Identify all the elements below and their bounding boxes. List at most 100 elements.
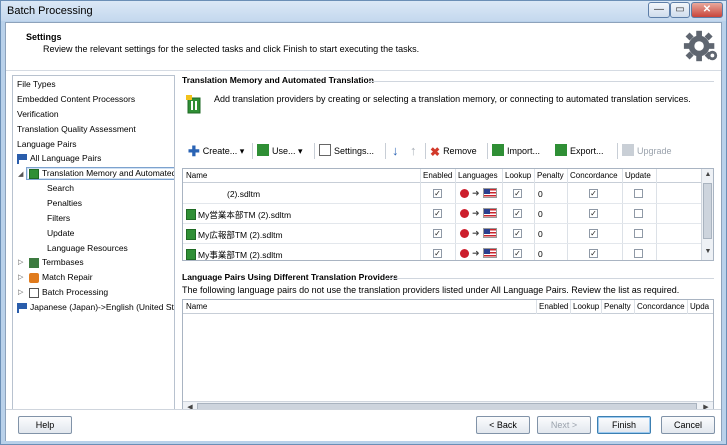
expand-arrow-icon[interactable]: ▷	[18, 273, 23, 281]
update-checkbox[interactable]	[634, 229, 643, 238]
table-row[interactable]: My事業部TM (2).sdltm ✓ ➜ ✓ 0 ✓	[183, 244, 701, 260]
col-penalty[interactable]: Penalty	[537, 171, 564, 180]
penalty-value: 0	[538, 229, 543, 239]
nav-file-types[interactable]: File Types	[17, 79, 56, 89]
col-update[interactable]: Update	[625, 171, 651, 180]
col-penalty[interactable]: Penalty	[604, 302, 631, 311]
tm-settings-panel: Translation Memory and Automated Transla…	[178, 75, 718, 420]
enabled-checkbox[interactable]: ✓	[433, 209, 442, 218]
enabled-checkbox[interactable]: ✓	[433, 249, 442, 258]
lp-grid: Name Enabled Lookup Penalty Concordance …	[182, 299, 714, 414]
col-lookup[interactable]: Lookup	[573, 302, 599, 311]
nav-all-language-pairs[interactable]: All Language Pairs	[17, 153, 101, 164]
nav-termbases[interactable]: Termbases	[29, 257, 84, 268]
tm-file-icon	[186, 229, 196, 240]
nav-verification[interactable]: Verification	[17, 109, 59, 119]
export-button[interactable]: Export...	[555, 141, 604, 161]
col-languages[interactable]: Languages	[458, 171, 498, 180]
nav-search[interactable]: Search	[47, 183, 74, 193]
concordance-checkbox[interactable]: ✓	[589, 189, 598, 198]
lookup-checkbox[interactable]: ✓	[513, 249, 522, 258]
arrow-right-icon: ➜	[472, 248, 480, 258]
concordance-checkbox[interactable]: ✓	[589, 209, 598, 218]
col-update[interactable]: Upda	[690, 302, 709, 311]
scroll-thumb[interactable]	[703, 183, 712, 239]
tm-name-text: My広報部TM (2).sdltm	[198, 230, 283, 240]
update-checkbox[interactable]	[634, 249, 643, 258]
scroll-down-icon[interactable]: ▼	[703, 248, 713, 255]
remove-button[interactable]: ✖ Remove	[430, 141, 477, 161]
col-enabled[interactable]: Enabled	[423, 171, 452, 180]
arrow-right-icon: ➜	[472, 228, 480, 238]
help-button[interactable]: Help	[18, 416, 72, 434]
window-title: Batch Processing	[7, 5, 93, 17]
concordance-checkbox[interactable]: ✓	[589, 249, 598, 258]
penalty-value: 0	[538, 249, 543, 259]
nav-penalties[interactable]: Penalties	[47, 198, 82, 208]
tm-name: My広報部TM (2).sdltm	[186, 229, 283, 241]
column-divider	[687, 300, 688, 314]
minimize-button[interactable]: —	[648, 2, 670, 18]
col-lookup[interactable]: Lookup	[505, 171, 531, 180]
cancel-button[interactable]: Cancel	[661, 416, 715, 434]
translation-memory-icon	[186, 95, 201, 114]
collapse-arrow-icon[interactable]: ◢	[18, 170, 23, 178]
us-flag-icon	[483, 208, 497, 218]
tm-name: My事業部TM (2).sdltm	[186, 249, 283, 260]
import-button[interactable]: Import...	[492, 141, 540, 161]
arrow-right-icon: ➜	[472, 208, 480, 218]
tm-name-text: My事業部TM (2).sdltm	[198, 250, 283, 260]
expand-arrow-icon[interactable]: ▷	[18, 258, 23, 266]
nav-language-pair-ja-en[interactable]: Japanese (Japan)->English (United St	[17, 302, 174, 313]
lookup-checkbox[interactable]: ✓	[513, 209, 522, 218]
col-concordance[interactable]: Concordance	[637, 302, 685, 311]
move-up-arrow-icon[interactable]: ↑	[410, 141, 417, 161]
column-divider	[634, 300, 635, 314]
nav-batch-processing[interactable]: Batch Processing	[29, 287, 108, 298]
tm-file-icon	[186, 249, 196, 260]
table-row[interactable]: My営業本部TM (2).sdltm ✓ ➜ ✓ 0 ✓	[183, 204, 701, 224]
col-enabled[interactable]: Enabled	[539, 302, 568, 311]
lookup-checkbox[interactable]: ✓	[513, 189, 522, 198]
create-button[interactable]: ✚ Create... ▾	[188, 141, 244, 161]
upgrade-button[interactable]: Upgrade	[622, 141, 672, 161]
col-concordance[interactable]: Concordance	[570, 171, 618, 180]
tm-grid-vertical-scrollbar[interactable]: ▲ ▼	[701, 169, 713, 260]
nav-translation-quality-assessment[interactable]: Translation Quality Assessment	[17, 124, 136, 134]
col-name[interactable]: Name	[186, 171, 207, 180]
dialog-body: Settings Review the relevant settings fo…	[5, 22, 722, 441]
maximize-button[interactable]: ▭	[670, 2, 690, 18]
expand-arrow-icon[interactable]: ▷	[18, 288, 23, 296]
nav-language-pairs[interactable]: Language Pairs	[17, 139, 77, 149]
use-button[interactable]: Use... ▾	[257, 141, 303, 161]
next-button[interactable]: Next >	[537, 416, 591, 434]
nav-filters[interactable]: Filters	[47, 213, 70, 223]
enabled-checkbox[interactable]: ✓	[433, 229, 442, 238]
nav-embedded-content-processors[interactable]: Embedded Content Processors	[17, 94, 135, 104]
nav-match-repair[interactable]: Match Repair	[29, 272, 93, 283]
import-icon	[492, 144, 504, 156]
update-checkbox[interactable]	[634, 209, 643, 218]
nav-translation-memory-and-automated-translation[interactable]: Translation Memory and Automated Transla…	[26, 167, 174, 180]
table-row[interactable]: My広報部TM (2).sdltm ✓ ➜ ✓ 0 ✓	[183, 224, 701, 244]
back-button[interactable]: < Back	[476, 416, 530, 434]
penalty-value: 0	[538, 189, 543, 199]
table-row[interactable]: (2).sdltm ✓ ➜ ✓ 0 ✓	[183, 184, 701, 204]
close-button[interactable]: ✕	[691, 2, 723, 18]
penalty-value: 0	[538, 209, 543, 219]
tm-icon	[29, 168, 39, 179]
lookup-checkbox[interactable]: ✓	[513, 229, 522, 238]
nav-update[interactable]: Update	[47, 228, 74, 238]
scroll-up-icon[interactable]: ▲	[703, 171, 713, 178]
move-down-arrow-icon[interactable]: ↓	[392, 141, 399, 161]
tm-name: My営業本部TM (2).sdltm	[186, 209, 291, 221]
update-checkbox[interactable]	[634, 189, 643, 198]
finish-button[interactable]: Finish	[597, 416, 651, 434]
japan-flag-icon	[460, 229, 469, 238]
japan-flag-icon	[460, 249, 469, 258]
nav-language-resources[interactable]: Language Resources	[47, 243, 128, 253]
concordance-checkbox[interactable]: ✓	[589, 229, 598, 238]
settings-button[interactable]: Settings...	[319, 141, 374, 161]
enabled-checkbox[interactable]: ✓	[433, 189, 442, 198]
col-name[interactable]: Name	[186, 302, 207, 311]
